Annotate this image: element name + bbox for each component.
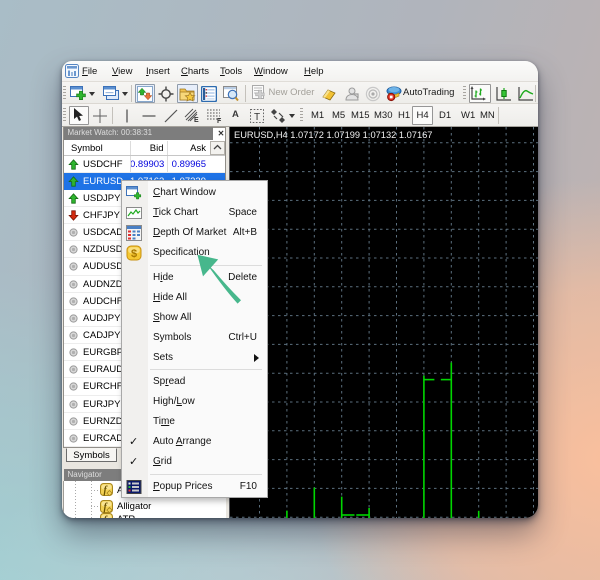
svg-text:E: E	[194, 117, 199, 124]
svg-text:T: T	[254, 112, 260, 123]
svg-text:F: F	[217, 118, 222, 124]
svg-text:$: $	[131, 248, 137, 260]
